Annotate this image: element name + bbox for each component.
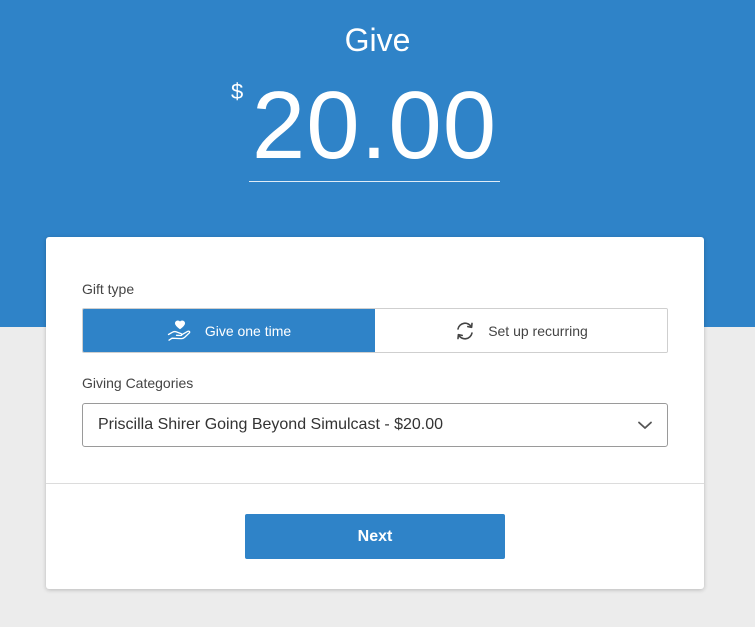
- set-up-recurring-button[interactable]: Set up recurring: [375, 309, 667, 352]
- give-one-time-label: Give one time: [204, 322, 292, 339]
- giving-categories-label: Giving Categories: [82, 375, 194, 391]
- currency-symbol: $: [231, 79, 244, 104]
- gift-type-toggle: Give one time Set up recurring: [82, 308, 668, 353]
- next-button[interactable]: Next: [245, 514, 505, 559]
- give-form-card: Gift type Give one time Set up recurring…: [46, 237, 704, 589]
- gift-type-label: Gift type: [82, 281, 135, 297]
- hand-heart-icon: [167, 320, 193, 342]
- recurring-icon: [454, 320, 476, 342]
- chevron-down-icon: [637, 418, 653, 436]
- amount-value[interactable]: 20.00: [249, 74, 500, 178]
- giving-category-value: Priscilla Shirer Going Beyond Simulcast …: [98, 416, 444, 433]
- divider: [46, 483, 704, 484]
- amount-field[interactable]: 20.00: [249, 72, 500, 182]
- giving-category-select[interactable]: Priscilla Shirer Going Beyond Simulcast …: [82, 403, 668, 447]
- give-one-time-button[interactable]: Give one time: [83, 309, 375, 352]
- set-up-recurring-label: Set up recurring: [488, 322, 588, 339]
- page-title: Give: [344, 22, 411, 58]
